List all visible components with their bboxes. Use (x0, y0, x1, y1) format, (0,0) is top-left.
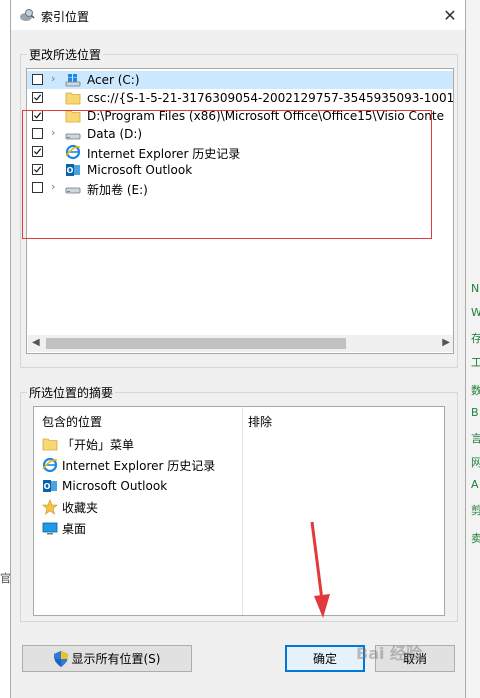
red-arrow-icon (310, 521, 330, 618)
location-row[interactable]: csc://{S-1-5-21-3176309054-2002129757-35… (27, 89, 453, 107)
shield-icon (53, 650, 68, 667)
ie-icon (42, 457, 58, 473)
folder-icon (42, 436, 58, 452)
svg-text:O: O (67, 166, 74, 175)
summary-item-label: 桌面 (62, 521, 87, 536)
summary-item: Internet Explorer 历史记录 (42, 456, 215, 474)
background-glyph: A (471, 478, 479, 491)
location-label: 新加卷 (E:) (87, 183, 148, 197)
indexing-icon (20, 9, 35, 21)
svg-text:O: O (44, 482, 51, 491)
location-label: Acer (C:) (87, 73, 140, 87)
location-checkbox[interactable] (32, 164, 43, 175)
star-icon (42, 499, 58, 515)
excluded-header: 排除 (248, 415, 273, 429)
folder-icon (65, 108, 81, 124)
scrollbar-thumb[interactable] (46, 338, 346, 349)
show-all-locations-button[interactable]: 显示所有位置(S) (22, 645, 192, 672)
location-checkbox[interactable] (32, 92, 43, 103)
background-glyph: 存 (471, 332, 480, 345)
location-row[interactable]: D:\Program Files (x86)\Microsoft Office\… (27, 107, 453, 125)
scroll-right-icon[interactable]: ▶ (442, 337, 450, 348)
included-header: 包含的位置 (42, 415, 103, 429)
background-glyph: 言 (471, 432, 480, 445)
location-label: Internet Explorer 历史记录 (87, 147, 241, 161)
background-glyph: 卖 (471, 532, 480, 545)
ie-icon (65, 144, 81, 160)
background-window-strip: NW存工数B言网A剪卖 (466, 0, 480, 698)
folder-icon (65, 90, 81, 106)
expand-chevron-icon[interactable]: › (51, 72, 55, 85)
background-glyph: 网 (471, 456, 480, 469)
location-checkbox[interactable] (32, 110, 43, 121)
background-glyph: 数 (471, 384, 480, 397)
location-row[interactable]: › Acer (C:) (27, 71, 453, 89)
desktop-icon (42, 520, 58, 536)
summary-item: O Microsoft Outlook (42, 477, 167, 495)
location-checkbox[interactable] (32, 182, 43, 193)
locations-tree[interactable]: ◀ ▶ › Acer (C:) csc://{S-1-5-21-3176309054… (26, 68, 454, 354)
summary-item: 桌面 (42, 519, 86, 537)
drive-icon (65, 126, 81, 142)
summary-item-label: 「开始」菜单 (62, 437, 135, 452)
location-checkbox[interactable] (32, 146, 43, 157)
expand-chevron-icon[interactable]: › (51, 180, 55, 193)
summary-item-label: 收藏夹 (62, 500, 99, 515)
location-row[interactable]: Internet Explorer 历史记录 (27, 143, 453, 161)
outlook-icon: O (65, 162, 81, 178)
expand-chevron-icon[interactable]: › (51, 126, 55, 139)
background-glyph: 剪 (471, 504, 480, 517)
column-divider (242, 407, 243, 615)
location-checkbox[interactable] (32, 74, 43, 85)
location-checkbox[interactable] (32, 128, 43, 139)
location-label: csc://{S-1-5-21-3176309054-2002129757-35… (87, 91, 454, 105)
change-locations-label: 更改所选位置 (27, 46, 104, 63)
ok-button[interactable]: 确定 (285, 645, 365, 672)
watermark: Bai 经验 (356, 644, 423, 663)
background-glyph: 工 (471, 356, 480, 369)
indexing-locations-dialog: 索引位置 ✕ 更改所选位置 ◀ ▶ › Acer (C:) csc://{S-1-5… (10, 0, 466, 698)
location-row[interactable]: › 新加卷 (E:) (27, 179, 453, 197)
location-row[interactable]: › Data (D:) (27, 125, 453, 143)
outlook-icon: O (42, 478, 58, 494)
drive-icon (65, 180, 81, 196)
summary-group: 所选位置的摘要 包含的位置 排除 「开始」菜单 Internet Explorer… (20, 384, 458, 622)
title-bar: 索引位置 ✕ (11, 0, 465, 30)
summary-item-label: Internet Explorer 历史记录 (62, 458, 216, 473)
scroll-left-icon[interactable]: ◀ (32, 337, 40, 348)
summary-item: 「开始」菜单 (42, 435, 134, 453)
location-label: Microsoft Outlook (87, 163, 193, 177)
summary-label: 所选位置的摘要 (27, 384, 116, 401)
location-label: D:\Program Files (x86)\Microsoft Office\… (87, 109, 444, 123)
background-glyph: W (471, 306, 480, 319)
location-row[interactable]: O Microsoft Outlook (27, 161, 453, 179)
windows-drive-icon (65, 72, 81, 88)
summary-list: 包含的位置 排除 「开始」菜单 Internet Explorer 历史记录 O Mi… (33, 406, 445, 616)
show-all-locations-label: 显示所有位置(S) (71, 652, 161, 666)
close-icon: ✕ (443, 5, 457, 25)
location-label: Data (D:) (87, 127, 143, 141)
background-glyph: B (471, 406, 479, 419)
background-left-strip: 官 (0, 560, 11, 600)
change-locations-group: 更改所选位置 ◀ ▶ › Acer (C:) csc://{S-1-5-21-317… (20, 46, 458, 368)
summary-item: 收藏夹 (42, 498, 98, 516)
ok-label: 确定 (312, 652, 337, 666)
window-title: 索引位置 (41, 10, 90, 24)
close-button[interactable]: ✕ (435, 0, 465, 30)
summary-item-label: Microsoft Outlook (62, 479, 168, 493)
horizontal-scrollbar[interactable]: ◀ ▶ (28, 335, 453, 352)
background-glyph: N (471, 282, 480, 295)
